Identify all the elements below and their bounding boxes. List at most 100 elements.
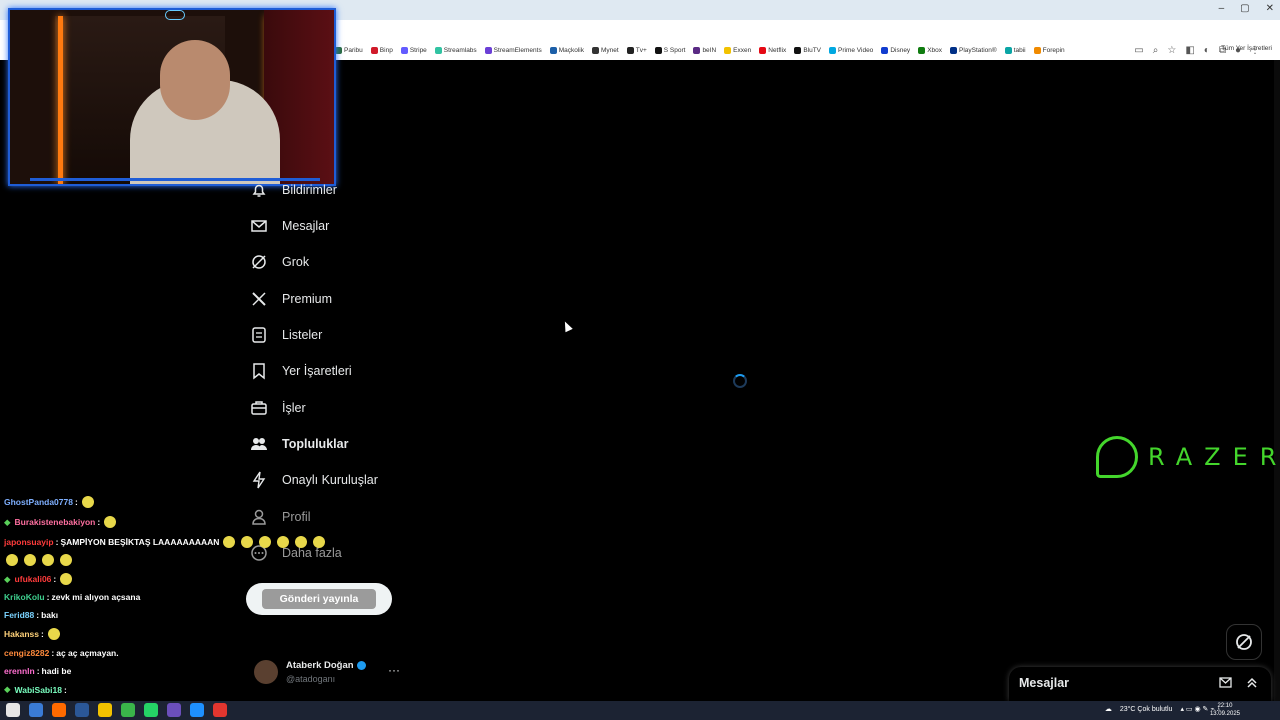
- taskbar-app-icon[interactable]: [29, 703, 43, 717]
- chat-separator: :: [36, 610, 40, 620]
- bookmark-item[interactable]: beIN: [693, 44, 716, 56]
- bookmark-item[interactable]: Tv+: [626, 44, 647, 56]
- taskbar-app-icon[interactable]: [121, 703, 135, 717]
- bookmark-favicon-icon: [794, 46, 802, 54]
- chat-username: cengiz8282: [4, 648, 50, 658]
- emote-icon: [60, 554, 72, 566]
- cast-icon[interactable]: ▭: [1134, 45, 1143, 56]
- bookmark-item[interactable]: BluTV: [794, 44, 821, 56]
- chat-text: zevk mi alıyon açsana: [51, 592, 141, 602]
- taskbar-app-icon[interactable]: [213, 703, 227, 717]
- nav-item-onaylı-kuruluşlar[interactable]: Onaylı Kuruluşlar: [250, 471, 378, 489]
- bookmark-favicon-icon: [434, 46, 442, 54]
- chat-message: ◆ Burakistenebakiyon :: [4, 516, 118, 528]
- chat-text: bakı: [41, 610, 59, 620]
- bookmark-label: Prime Video: [838, 46, 874, 54]
- grok-button[interactable]: [1226, 624, 1262, 660]
- bookmark-favicon-icon: [484, 46, 492, 54]
- extension-icon[interactable]: ◐: [1204, 45, 1210, 56]
- taskbar-app-icon[interactable]: [144, 703, 158, 717]
- bookmark-item[interactable]: S Sport: [654, 44, 685, 56]
- nav-item-profil[interactable]: Profil: [250, 508, 310, 526]
- bell-icon: [250, 181, 268, 199]
- taskbar-app-icon[interactable]: [190, 703, 204, 717]
- new-message-icon[interactable]: [1219, 675, 1233, 689]
- emote-icon: [241, 536, 254, 548]
- bookmark-item[interactable]: Disney: [881, 44, 910, 56]
- bookmark-label: beIN: [702, 46, 717, 54]
- bookmark-item[interactable]: Prime Video: [829, 44, 873, 56]
- all-bookmarks-link[interactable]: Tüm Yer İşaretleri: [1221, 45, 1272, 52]
- start-icon[interactable]: [6, 703, 20, 717]
- bookmark-item[interactable]: Paribu: [335, 44, 363, 56]
- nav-item-listeler[interactable]: Listeler: [250, 326, 322, 344]
- bookmark-favicon-icon: [654, 46, 662, 54]
- clock[interactable]: 22:10 13.09.2025: [1210, 702, 1240, 718]
- bookmark-label: Binp: [379, 46, 393, 54]
- bookmark-item[interactable]: Streamlabs: [434, 44, 477, 56]
- page-scrollbar[interactable]: [1274, 60, 1280, 701]
- bookmark-item[interactable]: Forepin: [1033, 44, 1065, 56]
- nav-item-label: Listeler: [282, 328, 323, 342]
- nav-item-yer-i-şaretleri[interactable]: Yer İşaretleri: [250, 362, 352, 380]
- nav-item-topluluklar[interactable]: Topluluklar: [250, 435, 348, 453]
- nav-item-label: Daha fazla: [282, 546, 342, 560]
- chat-message: GhostPanda0778 :: [4, 496, 96, 508]
- verified-icon: [356, 660, 366, 670]
- expand-icon[interactable]: [1245, 675, 1259, 689]
- chat-username: Burakistenebakiyon: [14, 517, 96, 527]
- bookmark-favicon-icon: [1033, 46, 1041, 54]
- emote-icon: [313, 536, 326, 548]
- emote-icon: [6, 554, 18, 566]
- messages-drawer[interactable]: Mesajlar: [1009, 667, 1271, 701]
- chat-message: KrikoKolu : zevk mi alıyon açsana: [4, 592, 140, 602]
- taskbar-apps: [6, 703, 227, 717]
- account-switcher[interactable]: Ataberk Doğan @atadoganı ···: [254, 658, 404, 688]
- nav-item-bildirimler[interactable]: Bildirimler: [250, 181, 337, 199]
- more-icon[interactable]: ···: [388, 663, 400, 677]
- bookmark-item[interactable]: PlayStation®: [950, 44, 997, 56]
- taskbar-app-icon[interactable]: [167, 703, 181, 717]
- chat-message: japonsuayip : ŞAMPİYON BEŞİKTAŞ LAAAAAAA…: [4, 536, 327, 548]
- zoom-icon[interactable]: ⌕: [1153, 45, 1159, 56]
- bookmark-item[interactable]: Binp: [370, 44, 393, 56]
- bookmark-item[interactable]: Xbox: [918, 44, 942, 56]
- windows-taskbar: ☁ 23°C Çok bulutlu ▴ ▭ ◉ ✎ ⌁ ♪ 22:10 13.…: [0, 701, 1280, 720]
- bookmark-favicon-icon: [335, 46, 342, 54]
- bookmark-item[interactable]: Stripe: [400, 44, 427, 56]
- taskbar-app-icon[interactable]: [98, 703, 112, 717]
- bookmark-item[interactable]: Netflix: [759, 44, 786, 56]
- weather-text[interactable]: 23°C Çok bulutlu: [1120, 706, 1173, 713]
- star-icon[interactable]: ☆: [1167, 45, 1176, 56]
- bookmark-item[interactable]: Maçkolik: [549, 44, 584, 56]
- webcam-overlay: [8, 8, 336, 186]
- weather-icon[interactable]: ☁: [1105, 705, 1112, 713]
- avatar: [254, 660, 278, 684]
- nav-item-grok[interactable]: Grok: [250, 253, 309, 271]
- badge-icon: ◆: [4, 684, 11, 694]
- bookmark-favicon-icon: [370, 46, 378, 54]
- bookmark-label: PlayStation®: [959, 46, 997, 54]
- taskbar-app-icon[interactable]: [75, 703, 89, 717]
- bookmark-item[interactable]: StreamElements: [484, 44, 542, 56]
- emote-icon: [259, 536, 272, 548]
- emote-icon: [277, 536, 290, 548]
- close-window-button[interactable]: ✕: [1266, 3, 1274, 14]
- bookmark-label: Streamlabs: [443, 46, 477, 54]
- bookmark-item[interactable]: Mynet: [592, 44, 619, 56]
- post-button[interactable]: Gönderi yayınla: [246, 583, 392, 615]
- chat-text: hadi be: [41, 666, 72, 676]
- extension-icon[interactable]: ◧: [1185, 45, 1194, 56]
- nav-item-mesajlar[interactable]: Mesajlar: [250, 217, 329, 235]
- chat-separator: :: [63, 684, 67, 695]
- briefcase-icon: [250, 399, 268, 417]
- bookmark-item[interactable]: tabii: [1004, 44, 1026, 56]
- nav-item-premium[interactable]: Premium: [250, 290, 332, 308]
- minimize-button[interactable]: –: [1219, 3, 1225, 14]
- bookmark-item[interactable]: Exxen: [724, 44, 751, 56]
- maximize-button[interactable]: ▢: [1240, 3, 1249, 14]
- nav-item-i-şler[interactable]: İşler: [250, 399, 306, 417]
- nav-item-label: Onaylı Kuruluşlar: [282, 473, 378, 487]
- taskbar-app-icon[interactable]: [52, 703, 66, 717]
- loading-spinner: [733, 374, 747, 388]
